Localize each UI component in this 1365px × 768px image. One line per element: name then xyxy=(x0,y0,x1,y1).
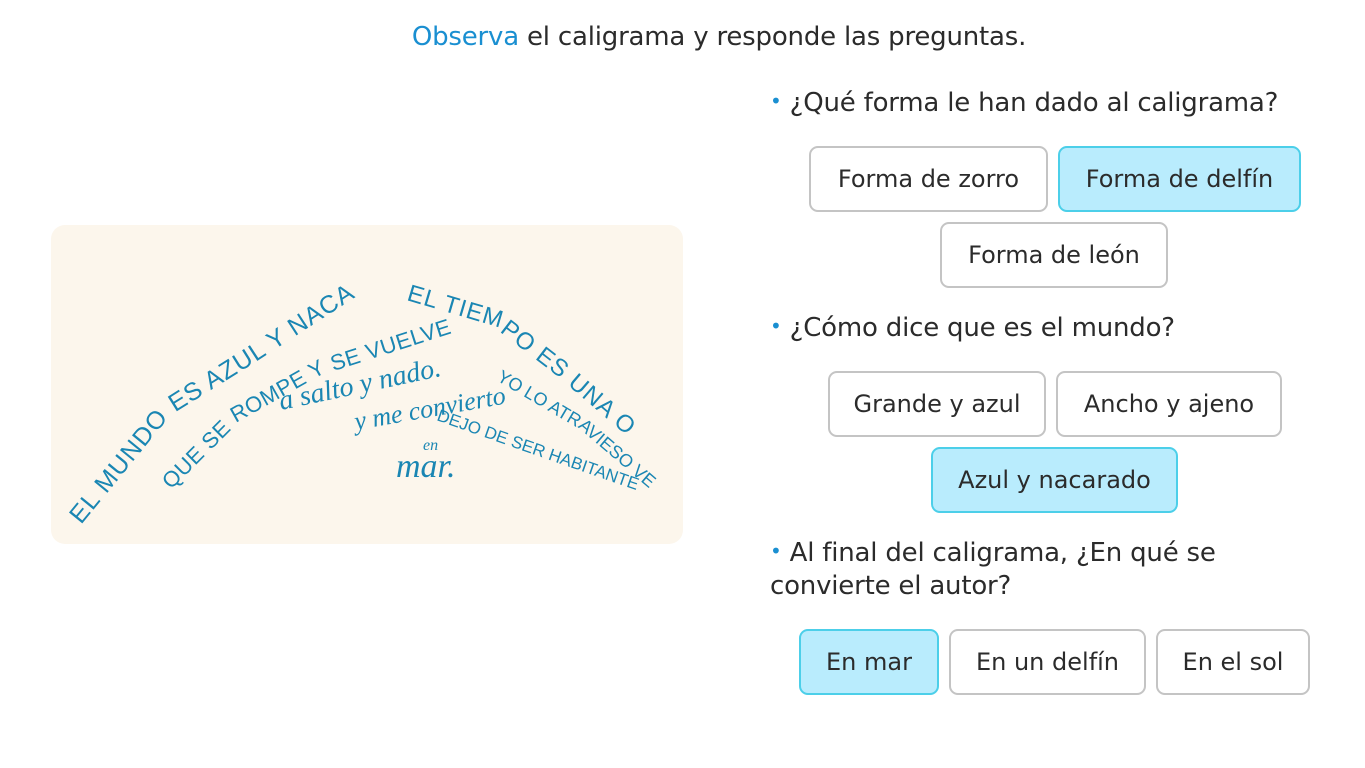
option-en-el-sol[interactable]: En el sol xyxy=(1156,629,1310,695)
question-2: • ¿Cómo dice que es el mundo? xyxy=(770,310,1175,345)
question-2-text: ¿Cómo dice que es el mundo? xyxy=(789,313,1175,343)
option-forma-de-zorro[interactable]: Forma de zorro xyxy=(809,146,1048,212)
instruction-accent-word: Observa xyxy=(411,22,519,52)
question-1-text: ¿Qué forma le han dado al caligrama? xyxy=(789,88,1279,118)
question-3-text: Al final del caligrama, ¿En qué se convi… xyxy=(770,538,1216,601)
question-3: • Al final del caligrama, ¿En qué se conv… xyxy=(770,535,1270,603)
option-forma-de-delfin[interactable]: Forma de delfín xyxy=(1058,146,1301,212)
instruction-rest: el caligrama y responde las preguntas. xyxy=(518,22,1027,52)
option-grande-y-azul[interactable]: Grande y azul xyxy=(828,371,1046,437)
option-en-un-delfin[interactable]: En un delfín xyxy=(949,629,1146,695)
dolphin-calligram-drawing: EL MUNDO ES AZUL Y NACARADO QUE SE ROMPE… xyxy=(51,225,660,529)
bullet-icon: • xyxy=(770,314,782,338)
calligram-image: EL MUNDO ES AZUL Y NACARADO QUE SE ROMPE… xyxy=(51,225,683,544)
calligram-line-mar: mar. xyxy=(396,448,456,485)
instruction-text: Observa el caligrama y responde las preg… xyxy=(0,22,1365,52)
option-ancho-y-ajeno[interactable]: Ancho y ajeno xyxy=(1056,371,1282,437)
option-en-mar[interactable]: En mar xyxy=(799,629,939,695)
option-forma-de-leon[interactable]: Forma de león xyxy=(940,222,1168,288)
bullet-icon: • xyxy=(770,539,782,563)
question-1: • ¿Qué forma le han dado al caligrama? xyxy=(770,85,1278,120)
bullet-icon: • xyxy=(770,89,782,113)
option-azul-y-nacarado[interactable]: Azul y nacarado xyxy=(931,447,1178,513)
